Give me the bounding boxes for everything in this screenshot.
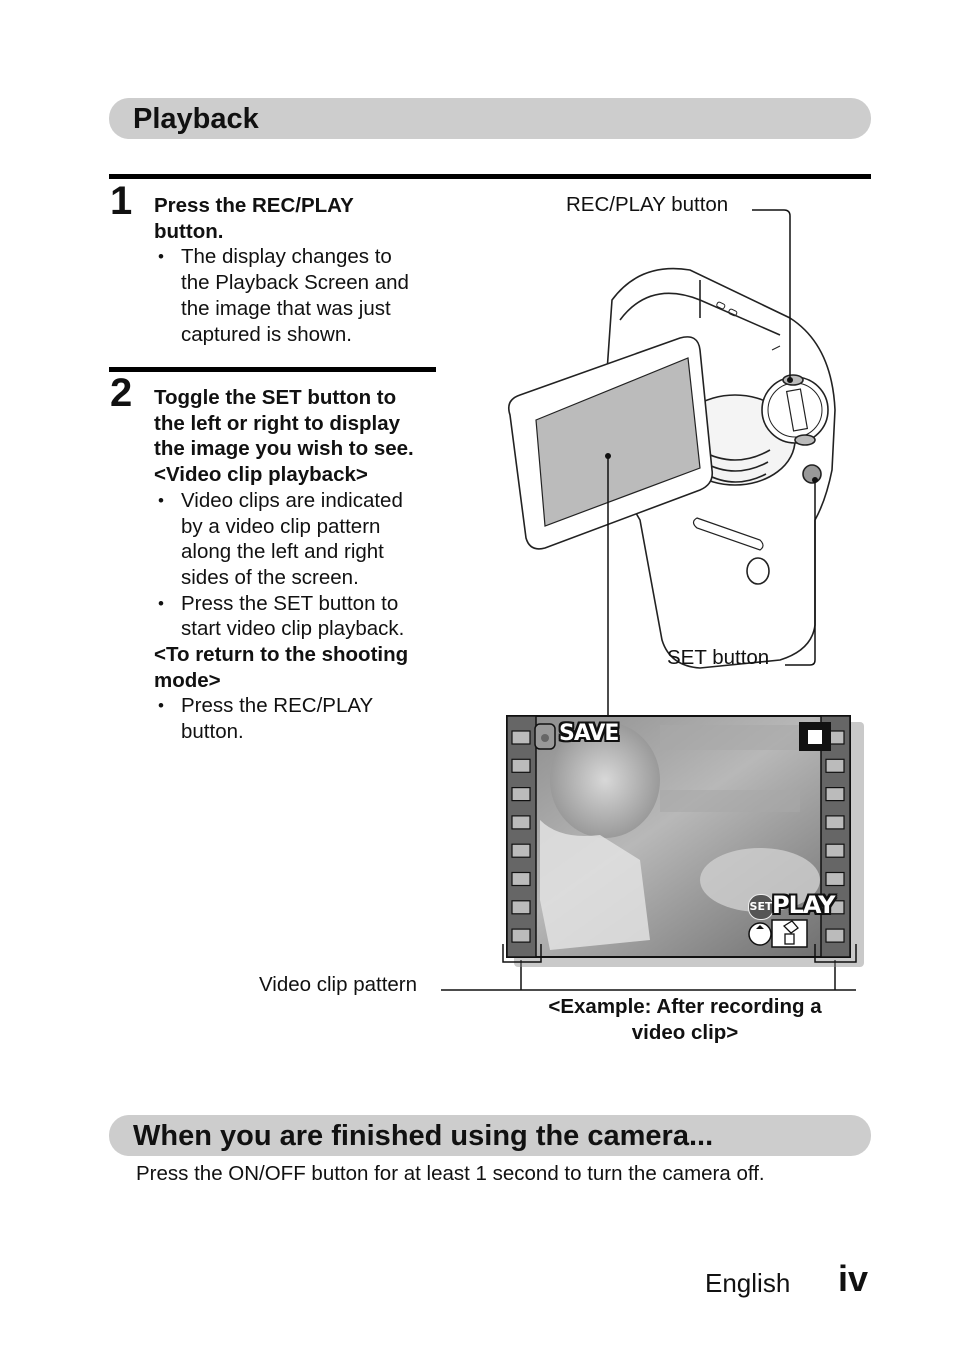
- footer-language: English: [705, 1268, 791, 1298]
- sprocket-hole: [511, 843, 531, 858]
- callout-rec-play-button: REC/PLAY button: [566, 193, 729, 216]
- callout-dot: [787, 377, 793, 383]
- callout-video-clip-pattern: Video clip pattern: [259, 973, 418, 996]
- section-header-finished: When you are finished using the camera..…: [109, 1115, 871, 1156]
- callout-dot: [605, 453, 611, 459]
- playback-screen-example: [502, 715, 864, 967]
- sprocket-hole: [511, 730, 531, 745]
- sprocket-hole: [825, 843, 845, 858]
- sprocket-hole: [825, 871, 845, 887]
- page-number: iv: [838, 1258, 869, 1299]
- sprocket-hole: [825, 815, 845, 830]
- save-osd-label: SAVE: [559, 721, 619, 746]
- play-osd-label: PLAY: [772, 891, 836, 919]
- sprocket-hole: [511, 928, 531, 943]
- set-button-osd-icon: SET: [748, 894, 774, 920]
- sprocket-hole: [511, 786, 531, 802]
- sprocket-hole: [825, 758, 845, 773]
- sprocket-hole: [511, 758, 531, 773]
- stop-icon: [808, 730, 822, 744]
- film-strip-left: [506, 715, 537, 958]
- sprocket-hole: [511, 871, 531, 887]
- finished-instructions: Press the ON/OFF button for at least 1 s…: [136, 1162, 765, 1185]
- film-strip-right: [820, 715, 851, 958]
- caption-line: <Example: After recording a: [548, 995, 822, 1018]
- section-title: When you are finished using the camera..…: [133, 1120, 714, 1152]
- caption-line: video clip>: [631, 1021, 739, 1044]
- sprocket-hole: [511, 900, 531, 915]
- figure-caption: <Example: After recording a video clip>: [520, 994, 850, 1046]
- callout-set-button: SET button: [667, 646, 770, 669]
- sprocket-hole: [825, 786, 845, 802]
- sprocket-hole: [511, 815, 531, 830]
- callout-dot: [812, 477, 818, 483]
- sprocket-hole: [825, 928, 845, 943]
